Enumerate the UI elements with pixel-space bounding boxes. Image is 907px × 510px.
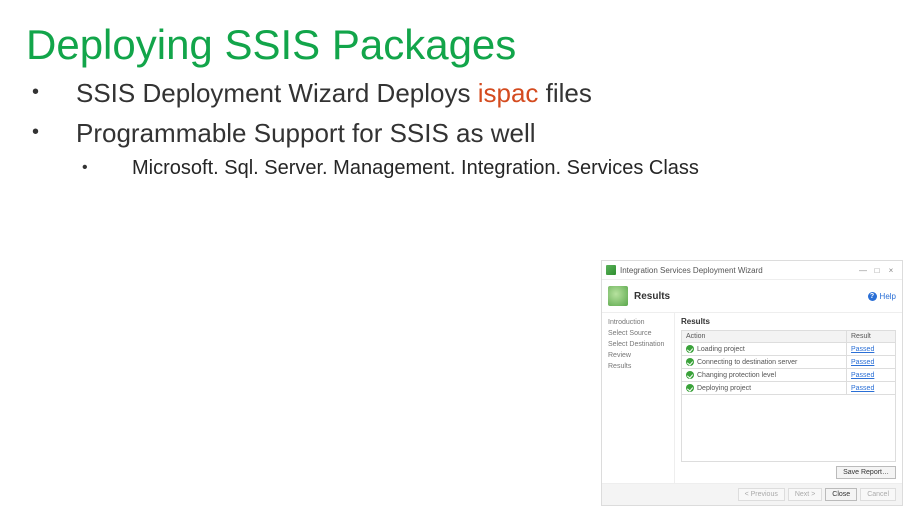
action-cell: Connecting to destination server — [697, 359, 797, 366]
bullet-highlight: ispac — [478, 78, 539, 108]
bullet-item: • Programmable Support for SSIS as well … — [26, 116, 881, 182]
wizard-body: Introduction Select Source Select Destin… — [602, 313, 902, 483]
action-cell: Loading project — [697, 346, 745, 353]
window-title: Integration Services Deployment Wizard — [620, 266, 856, 275]
help-label: Help — [880, 292, 896, 301]
result-link[interactable]: Passed — [851, 385, 874, 392]
success-icon — [686, 371, 694, 379]
bullet-list: • SSIS Deployment Wizard Deploys ispac f… — [26, 76, 881, 182]
minimize-button[interactable]: — — [856, 264, 870, 276]
save-report-button[interactable]: Save Report… — [836, 466, 896, 479]
close-window-button[interactable]: × — [884, 264, 898, 276]
result-link[interactable]: Passed — [851, 359, 874, 366]
action-cell: Deploying project — [697, 385, 751, 392]
deployment-wizard-window: Integration Services Deployment Wizard —… — [601, 260, 903, 506]
bullet-text: Programmable Support for SSIS as well • … — [76, 116, 699, 182]
wizard-steps-sidebar: Introduction Select Source Select Destin… — [602, 313, 675, 483]
wizard-step[interactable]: Select Destination — [602, 339, 674, 350]
bullet-text-part: files — [538, 78, 591, 108]
action-cell: Changing protection level — [697, 372, 776, 379]
previous-button: < Previous — [738, 488, 785, 501]
bullet-marker: • — [26, 76, 76, 108]
close-button[interactable]: Close — [825, 488, 857, 501]
wizard-header-title: Results — [634, 291, 868, 302]
bullet-item: • SSIS Deployment Wizard Deploys ispac f… — [26, 76, 881, 110]
save-report-row: Save Report… — [681, 462, 896, 479]
wizard-header: Results ? Help — [602, 280, 902, 313]
table-row: Changing protection level Passed — [682, 369, 896, 382]
help-icon: ? — [868, 292, 877, 301]
bullet-text: SSIS Deployment Wizard Deploys ispac fil… — [76, 76, 592, 110]
table-row: Connecting to destination server Passed — [682, 356, 896, 369]
slide-title: Deploying SSIS Packages — [26, 22, 881, 68]
table-row: Deploying project Passed — [682, 382, 896, 395]
col-result: Result — [847, 331, 896, 343]
app-icon — [606, 265, 616, 275]
table-row: Loading project Passed — [682, 343, 896, 356]
sub-bullet-marker: • — [76, 154, 132, 182]
bullet-text-part: Programmable Support for SSIS as well — [76, 118, 536, 148]
result-link[interactable]: Passed — [851, 372, 874, 379]
maximize-button[interactable]: □ — [870, 264, 884, 276]
result-link[interactable]: Passed — [851, 346, 874, 353]
success-icon — [686, 384, 694, 392]
results-table: Action Result Loading project Passed Con… — [681, 330, 896, 395]
wizard-step[interactable]: Results — [602, 361, 674, 372]
results-label: Results — [681, 317, 896, 326]
wizard-step[interactable]: Review — [602, 350, 674, 361]
success-icon — [686, 345, 694, 353]
wizard-step[interactable]: Select Source — [602, 328, 674, 339]
col-action: Action — [682, 331, 847, 343]
success-icon — [686, 358, 694, 366]
sub-bullet-text: Microsoft. Sql. Server. Management. Inte… — [132, 154, 699, 182]
wizard-main: Results Action Result Loading project Pa… — [675, 313, 902, 483]
window-titlebar[interactable]: Integration Services Deployment Wizard —… — [602, 261, 902, 280]
slide: Deploying SSIS Packages • SSIS Deploymen… — [0, 0, 907, 510]
sub-bullet-list: • Microsoft. Sql. Server. Management. In… — [76, 154, 699, 182]
cancel-button: Cancel — [860, 488, 896, 501]
next-button: Next > — [788, 488, 822, 501]
bullet-marker: • — [26, 116, 76, 148]
wizard-step[interactable]: Introduction — [602, 317, 674, 328]
wizard-footer: < Previous Next > Close Cancel — [602, 483, 902, 505]
wizard-header-icon — [608, 286, 628, 306]
bullet-text-part: SSIS Deployment Wizard Deploys — [76, 78, 478, 108]
results-blank-area — [681, 395, 896, 462]
sub-bullet-item: • Microsoft. Sql. Server. Management. In… — [76, 154, 699, 182]
help-link[interactable]: ? Help — [868, 292, 896, 301]
